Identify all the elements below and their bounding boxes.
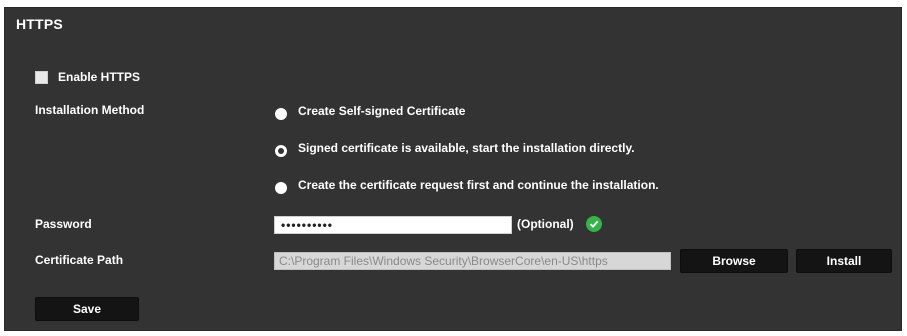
radio-self-signed[interactable]: [275, 108, 287, 120]
option-signed-available-label: Signed certificate is available, start t…: [298, 141, 635, 155]
check-circle-icon: [586, 216, 602, 232]
radio-signed-available[interactable]: [275, 145, 287, 157]
password-input[interactable]: ••••••••••: [274, 216, 512, 234]
enable-https-label: Enable HTTPS: [58, 70, 141, 84]
option-create-request-label: Create the certificate request first and…: [298, 178, 659, 192]
option-self-signed-label: Create Self-signed Certificate: [298, 104, 466, 118]
certificate-path-label: Certificate Path: [35, 253, 124, 267]
install-button[interactable]: Install: [796, 249, 892, 273]
https-settings-panel: HTTPS Enable HTTPS Installation Method C…: [4, 7, 902, 331]
section-title: HTTPS: [16, 16, 63, 32]
installation-method-label: Installation Method: [35, 103, 145, 117]
enable-https-checkbox[interactable]: [35, 71, 48, 84]
radio-create-request[interactable]: [275, 182, 287, 194]
password-optional-hint: (Optional): [517, 217, 574, 231]
password-label: Password: [35, 217, 92, 231]
certificate-path-field[interactable]: C:\Program Files\Windows Security\Browse…: [274, 252, 671, 270]
save-button[interactable]: Save: [35, 297, 139, 321]
browse-button[interactable]: Browse: [680, 249, 788, 273]
